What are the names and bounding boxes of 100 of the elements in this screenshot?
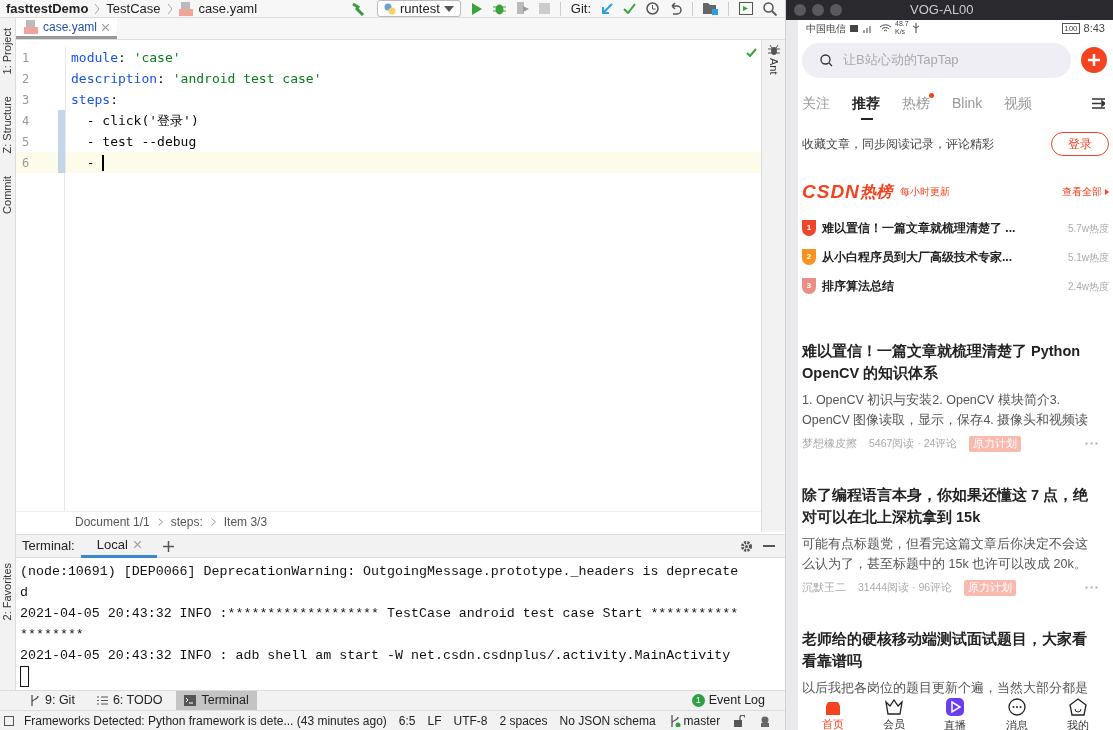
bug-icon[interactable] xyxy=(492,2,506,15)
run-icon[interactable] xyxy=(470,2,483,15)
chevron-icon xyxy=(210,518,216,526)
search-input[interactable]: 让B站心动的TapTap xyxy=(843,50,1033,70)
tool-window-tab[interactable]: Terminal xyxy=(176,690,257,711)
code-line: - test --debug xyxy=(85,132,197,151)
status-item[interactable]: 6:5 xyxy=(398,711,416,730)
coverage-icon xyxy=(515,2,529,15)
session-tab[interactable]: Local xyxy=(80,534,157,558)
status-message[interactable]: Frameworks Detected: Python framework is dete... (43 minutes ago) xyxy=(24,711,387,730)
close-icon[interactable] xyxy=(102,23,110,31)
run-window-icon[interactable] xyxy=(739,2,753,15)
tool-window-tab[interactable]: Commit xyxy=(0,175,16,214)
tool-window-tab[interactable]: Ant xyxy=(765,58,782,75)
undo-icon[interactable] xyxy=(669,2,682,15)
window-title: VOG-AL00 xyxy=(910,1,974,20)
clock-icon[interactable] xyxy=(646,2,659,15)
code-line: - click('登录') xyxy=(85,111,199,130)
code-line: steps: xyxy=(71,90,118,109)
tool-window-tab[interactable]: Z: Structure xyxy=(0,96,16,154)
checkmark-icon[interactable] xyxy=(623,3,636,14)
status-item[interactable]: UTF-8 xyxy=(453,711,488,730)
panel-toggle-icon[interactable] xyxy=(4,715,14,726)
article-tag: 原力计划 xyxy=(964,579,1017,596)
breadcrumb-item[interactable]: case.yaml xyxy=(198,0,258,19)
code-line: module: 'case' xyxy=(71,48,181,67)
breadcrumb-item[interactable]: Document 1/1 xyxy=(75,513,150,531)
bug-icon[interactable] xyxy=(767,44,780,56)
terminal-line: 2021-04-05 20:43:32 INFO : adb shell am start -W net.csdn.csdnplus/.activity.MainActivity xyxy=(20,647,732,665)
login-prompt: 收藏文章，同步阅读记录，评论精彩 xyxy=(802,135,994,153)
lock-icon[interactable] xyxy=(734,714,746,727)
tool-window-tab[interactable]: 9: Git xyxy=(22,690,83,711)
breadcrumb-item[interactable]: steps: xyxy=(170,513,203,531)
article-summary: 可能有点标题党，但看完这篇文章后你决定不会这么认为了，甚至标题中的 15k 也许可以改成 20k。 xyxy=(802,535,1089,573)
heat-count: 2.4w热度 xyxy=(1067,279,1109,294)
code-line: - xyxy=(85,153,96,172)
stop-icon xyxy=(538,3,550,14)
more-icon[interactable] xyxy=(1085,586,1098,590)
tool-window-tab[interactable]: 2: Favorites xyxy=(0,562,16,620)
tool-window-tab[interactable]: 6: TODO xyxy=(88,690,171,711)
yaml-file-icon xyxy=(24,20,38,34)
nav-tab[interactable]: 会员 xyxy=(883,698,906,730)
add-icon[interactable] xyxy=(162,540,174,552)
menu-icon[interactable] xyxy=(1092,98,1105,109)
breadcrumb-item[interactable]: fasttestDemo xyxy=(6,0,89,19)
view-all-link[interactable]: 查看全部 xyxy=(1062,184,1102,200)
chevron-icon xyxy=(94,2,101,15)
settings-icon[interactable] xyxy=(740,539,753,553)
chevron-icon xyxy=(157,518,163,526)
plus-icon xyxy=(1087,53,1101,67)
close-icon[interactable] xyxy=(133,541,141,548)
hot-list-logo: CSDN xyxy=(802,179,860,204)
hammer-icon[interactable] xyxy=(351,1,367,16)
rank-flame-icon: 2 xyxy=(802,249,816,265)
run-config-dropdown[interactable]: runtest xyxy=(377,0,461,17)
nav-tab[interactable]: 首页 xyxy=(821,698,844,730)
add-button[interactable] xyxy=(1081,47,1107,73)
hot-item-title[interactable]: 排序算法总结 xyxy=(822,277,894,295)
line-number: 4 xyxy=(21,112,31,130)
tool-window-tab[interactable]: 1: Project xyxy=(0,28,16,75)
status-item[interactable]: No JSON schema xyxy=(559,711,656,730)
update-arrow-icon[interactable] xyxy=(601,2,613,15)
play-arrow-icon xyxy=(1105,188,1109,195)
article-title[interactable]: 除了编程语言本身，你如果还懂这 7 点，绝对可以在北上深杭拿到 15k xyxy=(802,483,1100,528)
nav-tab[interactable]: 我的 xyxy=(1067,697,1090,730)
feed-tab[interactable]: 推荐 xyxy=(852,85,880,122)
crown-icon xyxy=(885,698,904,715)
editor-tab[interactable]: case.yaml xyxy=(16,18,118,39)
terminal-title: Terminal: xyxy=(21,537,76,556)
checkmark-icon xyxy=(746,48,757,57)
nav-tab[interactable]: 消息 xyxy=(1005,697,1028,730)
more-icon[interactable] xyxy=(1085,442,1098,446)
folder-icon[interactable] xyxy=(703,2,718,15)
window-control[interactable] xyxy=(794,4,806,16)
event-log-button[interactable]: 1 Event Log xyxy=(691,691,765,710)
git-branch-widget[interactable]: master xyxy=(669,711,721,730)
window-control[interactable] xyxy=(830,4,842,16)
terminal-cursor xyxy=(20,666,29,687)
status-item[interactable]: 2 spaces xyxy=(499,711,548,730)
hot-item-title[interactable]: 从小白程序员到大厂高级技术专家... xyxy=(822,248,1012,266)
chat-bubble-icon xyxy=(1007,697,1026,716)
hot-item-title[interactable]: 难以置信！一篇文章就梳理清楚了 ... xyxy=(822,219,1016,237)
terminal-icon xyxy=(184,695,197,706)
breadcrumb-item[interactable]: Item 3/3 xyxy=(223,513,268,531)
breadcrumb-item[interactable]: TestCase xyxy=(106,0,161,19)
terminal-line: 2021-04-05 20:43:32 INFO :******************* TestCase android test case Start *********** xyxy=(20,605,740,623)
line-number: 1 xyxy=(21,49,31,67)
heat-count: 5.1w热度 xyxy=(1067,250,1109,265)
article-summary: 以后我把各岗位的题目更新个遍，当然大部分都是 xyxy=(802,679,1089,697)
window-control[interactable] xyxy=(812,4,824,16)
text-cursor xyxy=(102,154,105,171)
article-title[interactable]: 老师给的硬核移动端测试面试题目，大家看看靠谱吗 xyxy=(802,627,1100,672)
terminal-line: d xyxy=(20,584,29,602)
search-field[interactable]: 让B站心动的TapTap xyxy=(802,42,1071,78)
nav-tab[interactable]: 直播 xyxy=(944,697,967,730)
face-icon xyxy=(1069,697,1088,716)
search-icon[interactable] xyxy=(763,1,777,16)
branch-icon xyxy=(30,695,40,706)
article-title[interactable]: 难以置信！一篇文章就梳理清楚了 Python OpenCV 的知识体系 xyxy=(802,340,1100,384)
status-item[interactable]: LF xyxy=(427,711,442,730)
